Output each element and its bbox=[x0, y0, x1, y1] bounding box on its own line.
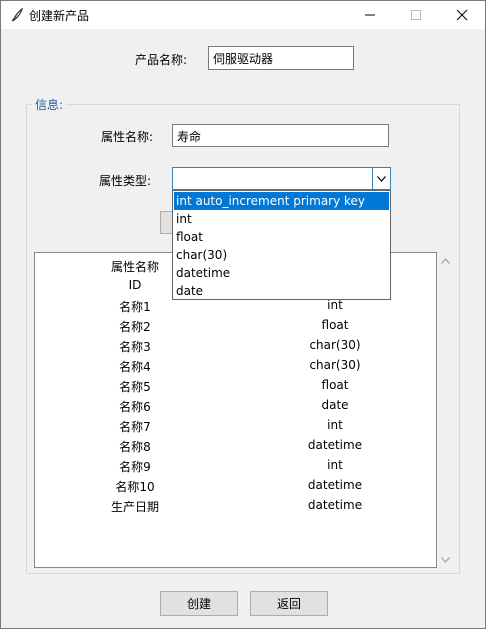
close-button[interactable] bbox=[439, 1, 485, 29]
attr-name-input[interactable]: 寿命 bbox=[172, 124, 389, 147]
chevron-down-icon bbox=[441, 556, 450, 563]
list-item[interactable]: 名称3 char(30) bbox=[35, 336, 436, 356]
attr-name-label: 属性名称: bbox=[101, 130, 154, 144]
list-cell-type: datetime bbox=[307, 478, 363, 492]
product-name-value: 伺服驱动器 bbox=[213, 52, 274, 66]
list-item[interactable]: 名称6 date bbox=[35, 396, 436, 416]
dropdown-option[interactable]: int bbox=[174, 210, 389, 228]
dropdown-option[interactable]: float bbox=[174, 228, 389, 246]
attr-type-combobox[interactable] bbox=[172, 167, 391, 190]
list-cell-type: datetime bbox=[307, 498, 363, 512]
list-item[interactable]: 名称9 int bbox=[35, 456, 436, 476]
chevron-down-icon bbox=[377, 175, 386, 182]
dropdown-option[interactable]: int auto_increment primary key bbox=[174, 192, 389, 210]
list-cell-name: 名称5 bbox=[119, 380, 151, 394]
list-item[interactable]: 名称4 char(30) bbox=[35, 356, 436, 376]
list-cell-name: 名称7 bbox=[119, 420, 151, 434]
list-cell-type: float bbox=[321, 318, 349, 332]
list-cell-type: date bbox=[321, 398, 349, 412]
app-window: 创建新产品 产品名称: 伺服驱动器 信息: 属性名称: 寿命 属性类型: 属性名… bbox=[0, 0, 486, 629]
list-cell-name: 名称1 bbox=[119, 300, 151, 314]
list-cell-name: 名称2 bbox=[119, 320, 151, 334]
list-cell-name: 名称6 bbox=[119, 400, 151, 414]
list-scrollbar[interactable] bbox=[437, 252, 454, 568]
list-cell-type: int bbox=[327, 458, 343, 472]
list-cell-name: 名称9 bbox=[119, 460, 151, 474]
list-cell-name: 名称8 bbox=[119, 440, 151, 454]
list-item[interactable]: 名称8 datetime bbox=[35, 436, 436, 456]
list-cell-name: 名称4 bbox=[119, 360, 151, 374]
maximize-button[interactable] bbox=[393, 1, 439, 29]
list-item[interactable]: 名称2 float bbox=[35, 316, 436, 336]
feather-icon bbox=[10, 7, 24, 22]
create-button[interactable]: 创建 bbox=[160, 591, 238, 616]
attr-type-label: 属性类型: bbox=[99, 174, 152, 188]
list-cell-type: float bbox=[321, 378, 349, 392]
maximize-icon bbox=[411, 10, 421, 20]
list-cell-type: datetime bbox=[307, 438, 363, 452]
list-cell-name: 名称10 bbox=[115, 480, 155, 494]
dropdown-option[interactable]: char(30) bbox=[174, 246, 389, 264]
dropdown-option[interactable]: datetime bbox=[174, 264, 389, 282]
minimize-button[interactable] bbox=[347, 1, 393, 29]
close-icon bbox=[456, 9, 468, 21]
window-title: 创建新产品 bbox=[29, 9, 90, 23]
list-item[interactable]: 名称5 float bbox=[35, 376, 436, 396]
dropdown-option[interactable]: date bbox=[174, 282, 389, 300]
list-item[interactable]: 名称10 datetime bbox=[35, 476, 436, 496]
list-cell-type: int bbox=[327, 418, 343, 432]
back-button[interactable]: 返回 bbox=[250, 591, 328, 616]
minimize-icon bbox=[365, 14, 375, 16]
list-cell-type: char(30) bbox=[309, 358, 361, 372]
list-item[interactable]: 生产日期 datetime bbox=[35, 496, 436, 516]
list-cell-name: 生产日期 bbox=[110, 500, 159, 514]
title-bar[interactable]: 创建新产品 bbox=[1, 1, 485, 29]
chevron-up-icon bbox=[441, 257, 450, 264]
scroll-down-button[interactable] bbox=[437, 551, 454, 568]
scroll-up-button[interactable] bbox=[437, 252, 454, 269]
product-name-label: 产品名称: bbox=[135, 53, 188, 67]
info-group-title: 信息: bbox=[32, 96, 67, 113]
product-name-input[interactable]: 伺服驱动器 bbox=[208, 46, 354, 70]
back-button-label: 返回 bbox=[276, 597, 301, 611]
list-cell-type: char(30) bbox=[309, 338, 361, 352]
create-button-label: 创建 bbox=[186, 597, 211, 611]
attr-type-dropdown-list[interactable]: int auto_increment primary key int float… bbox=[172, 190, 391, 300]
list-cell-type: int bbox=[327, 298, 343, 312]
list-item[interactable]: 名称7 int bbox=[35, 416, 436, 436]
list-cell-name: 名称3 bbox=[119, 340, 151, 354]
combo-dropdown-button[interactable] bbox=[372, 168, 390, 189]
attr-name-value: 寿命 bbox=[177, 130, 202, 144]
